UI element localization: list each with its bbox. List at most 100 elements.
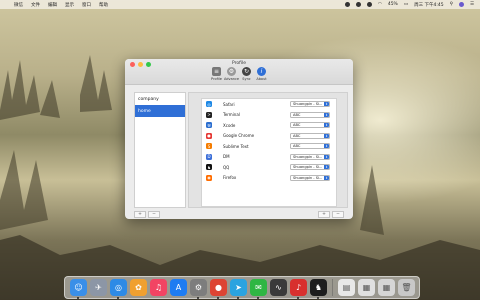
input-source-select[interactable]: Shuangpin - Si... ⇕ [290,153,330,160]
app-row[interactable]: S Sublime Text ABC ⇕ [202,141,336,152]
input-source-value: ABC [293,123,301,128]
tab-profile[interactable]: ≡ Profile [210,67,223,81]
menu-item-app[interactable]: 微信 [14,2,23,8]
tab-sync[interactable]: ↻ Sync [240,67,253,81]
app-name: Firefox [223,175,237,181]
chevron-updown-icon: ⇕ [324,144,329,149]
music-icon[interactable]: ♫ [150,279,167,296]
app-name: Safari [223,101,235,107]
app-name: DM [223,154,230,160]
chevron-updown-icon: ⇕ [324,102,329,107]
app-row[interactable]: ♞ QQ Shuangpin - Si... ⇕ [202,162,336,173]
running-indicator [237,297,239,299]
battery-percent[interactable]: 45% [388,2,398,7]
app-row[interactable]: ◎ Safari Shuangpin - Si... ⇕ [202,99,336,110]
menu-item-file[interactable]: 文件 [31,2,40,8]
app-store-icon[interactable]: A [170,279,187,296]
document-icon[interactable]: ▤ [338,279,355,296]
launchpad-icon[interactable]: ✈ [90,279,107,296]
app-name: Google Chrome [223,133,255,139]
status-wechat-icon[interactable] [355,2,361,7]
input-source-select[interactable]: ABC ⇕ [290,132,330,139]
photos-icon[interactable]: ✿ [130,279,147,296]
notification-center-icon[interactable]: ☰ [470,2,474,7]
profile-item-home[interactable]: home [135,105,185,117]
app-row[interactable]: ⚒ Xcode ABC ⇕ [202,120,336,131]
battery-icon[interactable]: ▭ [404,2,408,7]
window-titlebar[interactable]: Profile ≡ Profile ⚙ Advance ↻ Sync i Abo… [125,59,353,85]
tab-about[interactable]: i About [255,67,268,81]
system-preferences-icon[interactable]: ⚙ [190,279,207,299]
finder-icon[interactable]: ☺ [70,279,87,299]
profile-icon: ≡ [212,67,221,76]
menu-item-edit[interactable]: 编辑 [48,2,57,8]
input-source-select[interactable]: ABC ⇕ [290,111,330,118]
menu-item-window[interactable]: 窗口 [82,2,91,8]
app-name: Sublime Text [223,143,249,149]
profile-window: Profile ≡ Profile ⚙ Advance ↻ Sync i Abo… [125,59,353,219]
chrome-icon[interactable]: ● [210,279,227,299]
siri-icon[interactable] [458,2,464,7]
telegram-icon[interactable]: ➤ [230,279,247,299]
input-source-value: Shuangpin - Si... [293,154,323,159]
input-source-select[interactable]: Shuangpin - Si... ⇕ [290,164,330,171]
app-name: Terminal [223,112,240,118]
safari-icon[interactable]: ◎ [110,279,127,299]
firefox-icon: ◉ [206,174,212,181]
trash-icon[interactable]: 🗑 [398,279,415,296]
menu-bar: 微信 文件 编辑 显示 窗口 帮助 ◠ 45% ▭ 周三 下午4:45 ⚲ ☰ [0,0,480,9]
status-app-icon[interactable] [344,2,350,7]
app-name: Xcode [223,122,236,128]
chevron-updown-icon: ⇕ [324,112,329,117]
input-source-value: Shuangpin - Si... [293,165,323,170]
terminal-icon: > [206,111,212,118]
chevron-updown-icon: ⇕ [324,133,329,138]
wifi-icon[interactable]: ◠ [378,2,382,7]
status-qq-icon[interactable] [366,2,372,7]
chevron-updown-icon: ⇕ [324,123,329,128]
running-indicator [117,297,119,299]
add-profile-button[interactable]: + [134,211,146,218]
input-source-select[interactable]: Shuangpin - Si... ⇕ [290,101,330,108]
app-row[interactable]: > Terminal ABC ⇕ [202,110,336,121]
running-indicator [197,297,199,299]
running-indicator [217,297,219,299]
chevron-updown-icon: ⇕ [324,175,329,180]
remove-app-button[interactable]: − [332,211,344,218]
input-source-select[interactable]: ABC ⇕ [290,143,330,150]
input-source-select[interactable]: Shuangpin - Si... ⇕ [290,174,330,181]
app-input-panel: ◎ Safari Shuangpin - Si... ⇕ > Terminal ABC ⇕ ⚒ X… [188,92,348,208]
app-name: QQ [223,164,230,170]
input-source-value: ABC [293,112,301,117]
input-source-select[interactable]: ABC ⇕ [290,122,330,129]
xcode-icon: ⚒ [206,122,212,129]
remove-profile-button[interactable]: − [148,211,160,218]
app-row[interactable]: ● Google Chrome ABC ⇕ [202,131,336,142]
menu-item-view[interactable]: 显示 [65,2,74,8]
tab-label: About [256,77,267,81]
profile-list: company home [134,92,186,208]
dm-icon: D [206,153,212,160]
menu-item-help[interactable]: 帮助 [99,2,108,8]
running-indicator [317,297,319,299]
sync-icon: ↻ [242,67,251,76]
netease-music-icon[interactable]: ♪ [290,279,307,299]
dock-separator [332,279,333,296]
clock[interactable]: 周三 下午4:45 [414,2,444,8]
chevron-updown-icon: ⇕ [324,154,329,159]
dock: ☺ ✈ ◎ ✿ ♫ A ⚙ ● ➤ ✉ ∿ ♪ ♞ ▤ ▦ ▦ 🗑 [64,276,420,299]
app-row[interactable]: ◉ Firefox Shuangpin - Si... ⇕ [202,173,336,184]
chevron-updown-icon: ⇕ [324,165,329,170]
running-indicator [297,297,299,299]
wechat-icon[interactable]: ✉ [250,279,267,299]
qq-icon[interactable]: ♞ [310,279,327,299]
tab-advance[interactable]: ⚙ Advance [224,67,239,81]
downloads-icon[interactable]: ▦ [378,279,395,296]
profile-item-company[interactable]: company [135,93,185,105]
activity-monitor-icon[interactable]: ∿ [270,279,287,296]
add-app-button[interactable]: + [318,211,330,218]
search-icon[interactable]: ⚲ [450,2,453,7]
preview-icon[interactable]: ▦ [358,279,375,296]
app-row[interactable]: D DM Shuangpin - Si... ⇕ [202,152,336,163]
gear-icon: ⚙ [227,67,236,76]
